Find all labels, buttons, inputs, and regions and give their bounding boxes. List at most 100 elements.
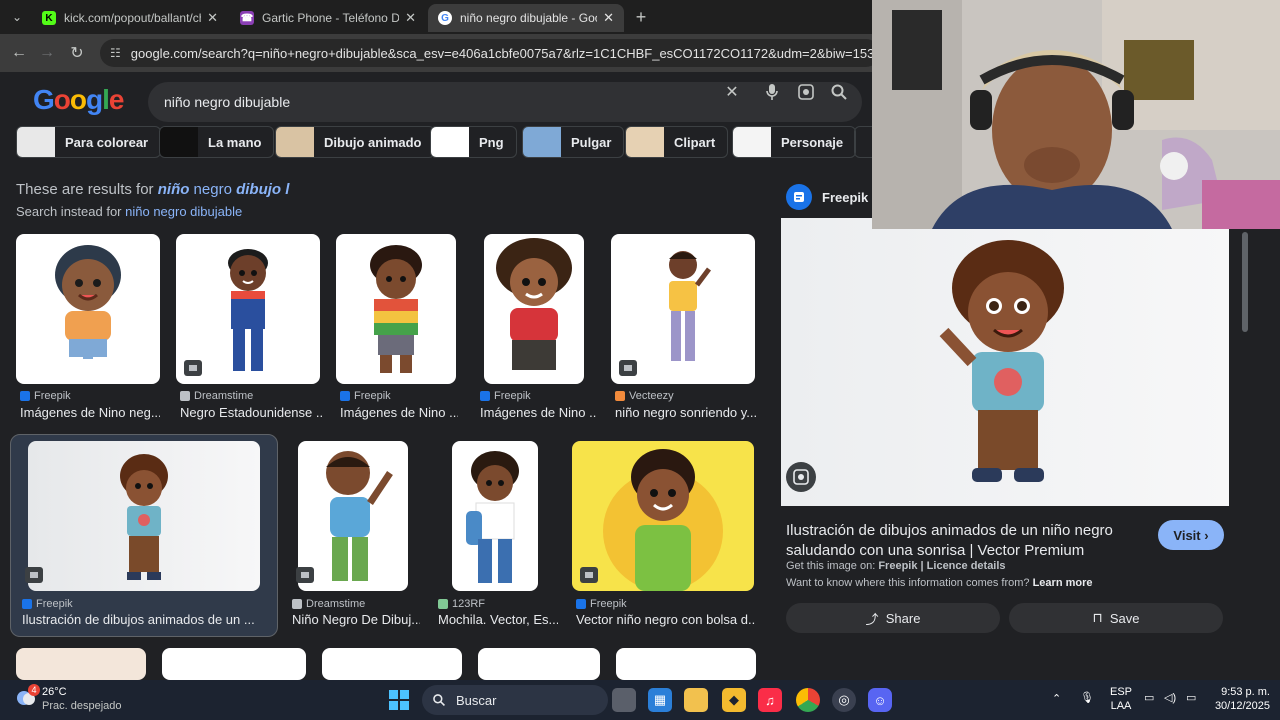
result-thumbnail[interactable] <box>452 441 538 591</box>
result-thumbnail[interactable] <box>162 648 306 680</box>
task-view-icon[interactable] <box>612 688 636 712</box>
result-title[interactable]: niño negro sonriendo y... <box>615 405 757 420</box>
chip-png[interactable]: Png <box>430 126 517 158</box>
correction-word[interactable]: dibujo l <box>236 181 289 198</box>
clear-icon[interactable]: ✕ <box>722 82 742 102</box>
result-thumbnail[interactable] <box>322 648 462 680</box>
result-source[interactable]: Vecteezy <box>615 390 674 402</box>
chip-personaje[interactable]: Personaje <box>732 126 857 158</box>
lens-search-button[interactable] <box>786 462 816 492</box>
tab-google[interactable]: G niño negro dibujable - Google ✕ <box>428 4 624 32</box>
result-title[interactable]: Imágenes de Nino ... <box>340 405 458 420</box>
result-title[interactable]: Ilustración de dibujos animados de un ..… <box>22 612 262 627</box>
get-source-link[interactable]: Freepik <box>878 560 917 572</box>
clock-time[interactable]: 9:53 p. m. <box>1210 686 1270 698</box>
obs-icon[interactable]: ◎ <box>832 688 856 712</box>
result-title[interactable]: Imágenes de Nino ... <box>480 405 596 420</box>
save-button[interactable]: ⊓ Save <box>1009 603 1223 633</box>
result-source[interactable]: Freepik <box>20 390 71 402</box>
share-button[interactable]: ⤴ Share <box>786 603 1000 633</box>
search-instead-link[interactable]: niño negro dibujable <box>125 204 242 219</box>
chip-para-colorear[interactable]: Para colorear <box>16 126 162 158</box>
search-input[interactable]: niño negro dibujable <box>148 82 862 122</box>
taskbar-search[interactable]: Buscar <box>422 685 608 715</box>
new-tab-button[interactable]: + <box>630 6 652 28</box>
result-title[interactable]: Mochila. Vector, Es... <box>438 612 558 627</box>
result-title[interactable]: Niño Negro De Dibuj... <box>292 612 420 627</box>
scrollbar-thumb[interactable] <box>1242 232 1248 332</box>
panel-scrollbar[interactable] <box>1240 228 1250 668</box>
result-source[interactable]: Freepik <box>480 390 531 402</box>
result-thumbnail[interactable] <box>484 234 584 384</box>
tab-search-button[interactable]: ⌄ <box>6 6 28 28</box>
result-thumbnail[interactable] <box>16 648 146 680</box>
result-thumbnail[interactable] <box>336 234 456 384</box>
binance-icon[interactable]: ◆ <box>722 688 746 712</box>
tab-gartic[interactable]: ☎ Gartic Phone - Teléfono Descom ✕ <box>230 4 426 32</box>
image-result[interactable]: Vecteezy niño negro sonriendo y... <box>611 234 757 424</box>
image-result[interactable]: 123RF Mochila. Vector, Es... <box>434 441 558 631</box>
image-result[interactable]: Freepik Imágenes de Nino ... <box>476 234 596 424</box>
learn-more-link[interactable]: Learn more <box>1033 577 1093 589</box>
correction-word[interactable]: negro <box>189 181 236 198</box>
music-icon[interactable]: ♫ <box>758 688 782 712</box>
language-code[interactable]: ESP <box>1106 686 1136 698</box>
result-title[interactable]: Vector niño negro con bolsa d... <box>576 612 756 627</box>
result-source[interactable]: Freepik <box>340 390 391 402</box>
result-thumbnail[interactable] <box>298 441 408 591</box>
result-source[interactable]: Dreamstime <box>180 390 253 402</box>
chevron-up-icon[interactable]: ⌃ <box>1052 692 1061 705</box>
licence-link[interactable]: Licence details <box>927 560 1006 572</box>
file-explorer-icon[interactable] <box>684 688 708 712</box>
microphone-icon[interactable]: 🎙 <box>1080 691 1094 704</box>
search-icon[interactable] <box>829 82 849 102</box>
temperature[interactable]: 26°C <box>42 686 67 698</box>
battery-icon[interactable]: ▭ <box>1186 691 1196 704</box>
store-icon[interactable]: ▦ <box>648 688 672 712</box>
result-thumbnail[interactable] <box>478 648 600 680</box>
result-title[interactable]: Imágenes de Nino neg... <box>20 405 160 420</box>
chip-clipart[interactable]: Clipart <box>625 126 729 158</box>
discord-icon[interactable]: ☺ <box>868 688 892 712</box>
result-source[interactable]: Dreamstime <box>292 598 365 610</box>
image-result[interactable]: Dreamstime Niño Negro De Dibuj... <box>288 441 420 631</box>
result-title[interactable]: Negro Estadounidense ... <box>180 405 322 420</box>
windows-start-icon[interactable] <box>387 688 411 712</box>
close-icon[interactable]: ✕ <box>603 10 614 26</box>
result-thumbnail[interactable] <box>572 441 754 591</box>
image-result[interactable]: Freepik Vector niño negro con bolsa d... <box>572 441 756 631</box>
image-result[interactable] <box>16 648 146 680</box>
visit-button[interactable]: Visit › <box>1158 520 1224 550</box>
correction-word[interactable]: niño <box>158 181 190 198</box>
chrome-icon[interactable] <box>796 688 820 712</box>
lens-icon[interactable] <box>796 82 816 102</box>
network-icon[interactable]: ▭ <box>1144 691 1154 704</box>
image-result[interactable]: Freepik Imágenes de Nino ... <box>336 234 460 424</box>
result-thumbnail[interactable] <box>16 234 160 384</box>
image-result[interactable]: Dreamstime Negro Estadounidense ... <box>176 234 322 424</box>
preview-title[interactable]: Ilustración de dibujos animados de un ni… <box>786 521 1146 561</box>
close-icon[interactable]: ✕ <box>207 10 218 26</box>
result-thumbnail[interactable] <box>616 648 756 680</box>
image-result[interactable] <box>478 648 600 680</box>
result-source[interactable]: Freepik <box>22 598 73 610</box>
address-bar[interactable]: ☷ google.com/search?q=niño+negro+dibujab… <box>100 39 880 67</box>
volume-icon[interactable]: ◁) <box>1164 691 1176 704</box>
preview-image[interactable] <box>781 218 1229 506</box>
image-result[interactable]: Freepik Imágenes de Nino neg... <box>16 234 160 424</box>
result-source[interactable]: Freepik <box>576 598 627 610</box>
image-result[interactable] <box>162 648 306 680</box>
result-source[interactable]: 123RF <box>438 598 485 610</box>
chip-pulgar[interactable]: Pulgar <box>522 126 625 158</box>
forward-icon[interactable]: → <box>36 42 58 64</box>
keyboard-layout[interactable]: LAA <box>1106 700 1136 712</box>
site-info-icon[interactable]: ☷ <box>110 46 121 60</box>
microphone-icon[interactable] <box>762 82 782 102</box>
image-result[interactable] <box>616 648 756 680</box>
image-result-selected[interactable]: Freepik Ilustración de dibujos animados … <box>18 441 270 631</box>
chip-dibujo-animado[interactable]: Dibujo animado <box>275 126 435 158</box>
back-icon[interactable]: ← <box>8 42 30 64</box>
weather-text[interactable]: Prac. despejado <box>42 700 122 712</box>
reload-icon[interactable]: ↻ <box>66 42 88 64</box>
close-icon[interactable]: ✕ <box>405 10 416 26</box>
